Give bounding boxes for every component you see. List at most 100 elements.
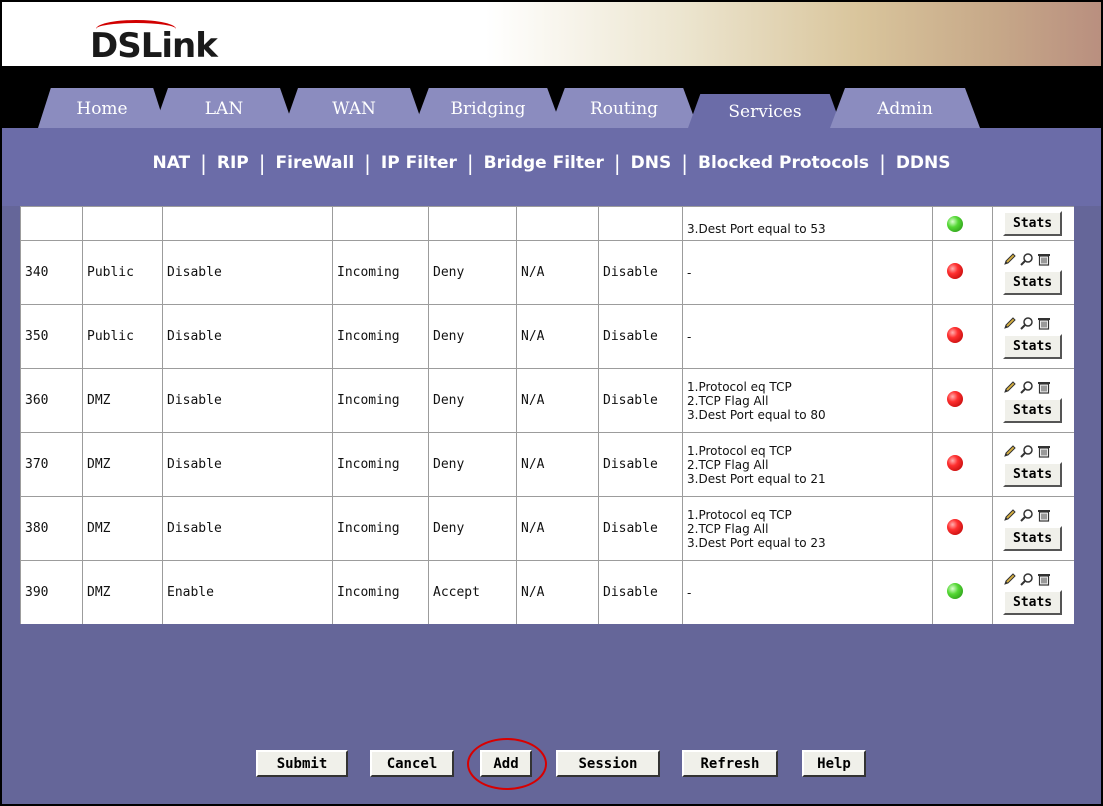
delete-trash-icon[interactable] bbox=[1037, 508, 1051, 522]
subnav-separator: | bbox=[258, 151, 266, 175]
table-row: 3.Dest Port equal to 53 Stats bbox=[20, 206, 1074, 241]
refresh-button[interactable]: Refresh bbox=[682, 750, 778, 777]
firewall-rules-table-container[interactable]: 3.Dest Port equal to 53 Stats 340 Public D… bbox=[20, 206, 1074, 624]
stats-button[interactable]: Stats bbox=[1003, 334, 1063, 359]
cell-enable: Enable bbox=[162, 560, 333, 624]
cell-log: Disable bbox=[598, 368, 683, 433]
stats-button[interactable]: Stats bbox=[1003, 590, 1063, 615]
cell-status bbox=[932, 240, 993, 305]
session-button[interactable]: Session bbox=[556, 750, 660, 777]
cell-log: Disable bbox=[598, 496, 683, 561]
cell-actions: Stats bbox=[992, 206, 1074, 241]
cell-na: N/A bbox=[516, 560, 599, 624]
subnav-nat[interactable]: NAT bbox=[152, 153, 190, 173]
table-row: 380 DMZ Disable Incoming Deny N/A Disable 1.Pro… bbox=[20, 496, 1074, 561]
tab-label: Admin bbox=[877, 99, 933, 119]
edit-pencil-icon[interactable] bbox=[1003, 444, 1017, 458]
submit-button[interactable]: Submit bbox=[256, 750, 348, 777]
delete-trash-icon[interactable] bbox=[1037, 316, 1051, 330]
status-green-icon bbox=[947, 216, 963, 232]
tab-admin[interactable]: Admin bbox=[830, 88, 980, 128]
status-red-icon bbox=[947, 454, 963, 471]
cell-id: 340 bbox=[20, 240, 83, 305]
subnav-dns[interactable]: DNS bbox=[631, 153, 672, 173]
delete-trash-icon[interactable] bbox=[1037, 444, 1051, 458]
edit-pencil-icon[interactable] bbox=[1003, 380, 1017, 394]
subnav-rip[interactable]: RIP bbox=[217, 153, 249, 173]
view-magnifier-icon[interactable] bbox=[1020, 444, 1034, 458]
table-row: 340 Public Disable Incoming Deny N/A Disable - S… bbox=[20, 240, 1074, 305]
logo-text: DSLink bbox=[90, 26, 218, 66]
cell-action: Accept bbox=[428, 560, 517, 624]
stats-button[interactable]: Stats bbox=[1003, 270, 1063, 295]
cell-direction bbox=[332, 206, 429, 241]
cell-interface: Public bbox=[82, 240, 163, 305]
stats-button[interactable]: Stats bbox=[1003, 526, 1063, 551]
subnav-ip-filter[interactable]: IP Filter bbox=[381, 153, 457, 173]
subnav-separator: | bbox=[200, 151, 207, 175]
view-magnifier-icon[interactable] bbox=[1020, 252, 1034, 266]
tab-wan[interactable]: WAN bbox=[284, 88, 424, 128]
delete-trash-icon[interactable] bbox=[1037, 252, 1051, 266]
cell-log: Disable bbox=[598, 304, 683, 369]
dslink-logo: DSLink bbox=[90, 20, 230, 66]
subnav-firewall[interactable]: FireWall bbox=[276, 153, 355, 173]
view-magnifier-icon[interactable] bbox=[1020, 316, 1034, 330]
tab-services[interactable]: Services bbox=[688, 94, 842, 128]
view-magnifier-icon[interactable] bbox=[1020, 508, 1034, 522]
status-green-icon bbox=[947, 582, 963, 599]
cell-status bbox=[932, 432, 993, 497]
view-magnifier-icon[interactable] bbox=[1020, 572, 1034, 586]
cell-action: Deny bbox=[428, 368, 517, 433]
tab-bridging[interactable]: Bridging bbox=[414, 88, 562, 128]
cell-id: 360 bbox=[20, 368, 83, 433]
cell-filter: 1.Protocol eq TCP 2.TCP Flag All 3.Dest … bbox=[682, 496, 933, 561]
help-button[interactable]: Help bbox=[802, 750, 866, 777]
stats-button[interactable]: Stats bbox=[1003, 398, 1063, 423]
main-tab-bar: Home LAN WAN Bridging Routing Services A… bbox=[2, 66, 1101, 128]
stats-button[interactable]: Stats bbox=[1003, 462, 1063, 487]
cell-status bbox=[932, 496, 993, 561]
status-red-icon bbox=[947, 262, 963, 279]
cancel-button[interactable]: Cancel bbox=[370, 750, 454, 777]
delete-trash-icon[interactable] bbox=[1037, 380, 1051, 394]
cell-filter: 1.Protocol eq TCP 2.TCP Flag All 3.Dest … bbox=[682, 368, 933, 433]
subnav-blocked-protocols[interactable]: Blocked Protocols bbox=[698, 153, 869, 173]
stats-button[interactable]: Stats bbox=[1003, 211, 1063, 236]
edit-pencil-icon[interactable] bbox=[1003, 316, 1017, 330]
cell-id bbox=[20, 206, 83, 241]
cell-filter: - bbox=[682, 240, 933, 305]
cell-status bbox=[932, 206, 993, 241]
edit-pencil-icon[interactable] bbox=[1003, 252, 1017, 266]
table-row: 360 DMZ Disable Incoming Deny N/A Disable 1.Pro… bbox=[20, 368, 1074, 433]
cell-na: N/A bbox=[516, 432, 599, 497]
cell-na bbox=[516, 206, 599, 241]
subnav-bridge-filter[interactable]: Bridge Filter bbox=[484, 153, 604, 173]
bottom-button-bar: Submit Cancel Add Session Refresh Help bbox=[2, 742, 1101, 782]
row-action-icons bbox=[1003, 250, 1051, 268]
cell-interface: DMZ bbox=[82, 496, 163, 561]
view-magnifier-icon[interactable] bbox=[1020, 380, 1034, 394]
delete-trash-icon[interactable] bbox=[1037, 572, 1051, 586]
subnav-ddns[interactable]: DDNS bbox=[896, 153, 951, 173]
cell-na: N/A bbox=[516, 240, 599, 305]
cell-direction: Incoming bbox=[332, 368, 429, 433]
tab-routing[interactable]: Routing bbox=[550, 88, 698, 128]
cell-log: Disable bbox=[598, 560, 683, 624]
cell-action: Deny bbox=[428, 240, 517, 305]
tab-home[interactable]: Home bbox=[38, 88, 166, 128]
cell-action bbox=[428, 206, 517, 241]
cell-action: Deny bbox=[428, 496, 517, 561]
cell-direction: Incoming bbox=[332, 496, 429, 561]
cell-log: Disable bbox=[598, 432, 683, 497]
tab-lan[interactable]: LAN bbox=[154, 88, 294, 128]
cell-log bbox=[598, 206, 683, 241]
tab-label: Services bbox=[728, 102, 802, 122]
edit-pencil-icon[interactable] bbox=[1003, 572, 1017, 586]
tab-label: Routing bbox=[589, 99, 659, 119]
row-action-icons bbox=[1003, 314, 1051, 332]
cell-na: N/A bbox=[516, 304, 599, 369]
cell-enable: Disable bbox=[162, 304, 333, 369]
edit-pencil-icon[interactable] bbox=[1003, 508, 1017, 522]
subnav-separator: | bbox=[681, 151, 689, 175]
